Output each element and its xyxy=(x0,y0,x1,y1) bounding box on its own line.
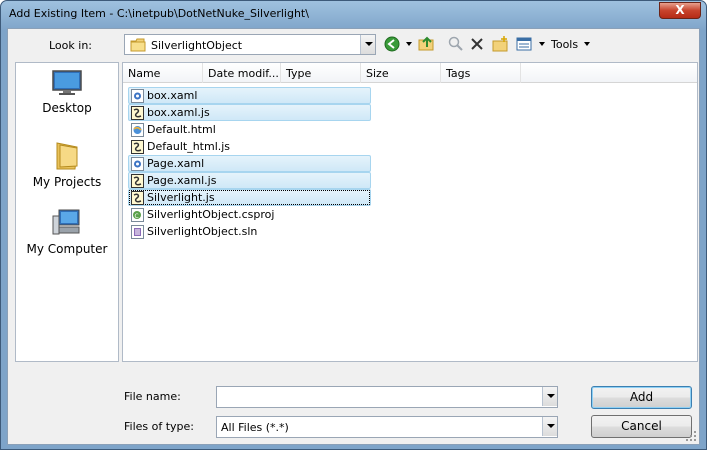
column-tags[interactable]: Tags xyxy=(441,63,521,83)
place-label: My Computer xyxy=(26,242,108,256)
place-my-computer[interactable]: My Computer xyxy=(16,208,118,256)
file-type-label: Files of type: xyxy=(124,420,195,433)
places-bar: Desktop My Projects My Computer xyxy=(15,62,119,362)
look-in-value: SilverlightObject xyxy=(151,39,243,52)
file-name: SilverlightObject.sln xyxy=(147,225,258,238)
look-in-dropdown-arrow[interactable] xyxy=(360,35,375,54)
cancel-button[interactable]: Cancel xyxy=(591,415,692,438)
svg-text:C: C xyxy=(135,213,139,220)
window-title: Add Existing Item - C:\inetpub\DotNetNuk… xyxy=(9,7,309,20)
file-type-value: All Files (*.*) xyxy=(221,421,289,434)
look-in-combo[interactable]: SilverlightObject xyxy=(124,34,376,55)
file-row[interactable]: Page.xaml.js xyxy=(128,172,371,189)
file-name: Default.html xyxy=(147,123,216,136)
tools-dropdown-icon[interactable] xyxy=(584,42,590,46)
tools-menu[interactable]: Tools xyxy=(551,38,578,51)
resize-grip-icon[interactable] xyxy=(686,431,696,441)
file-row[interactable]: Silverlight.js xyxy=(128,189,371,206)
file-row[interactable]: C SilverlightObject.csproj xyxy=(128,206,371,223)
csproj-file-icon: C xyxy=(131,208,144,222)
js-file-icon xyxy=(131,191,144,205)
look-in-label: Look in: xyxy=(49,39,92,52)
place-desktop[interactable]: Desktop xyxy=(16,69,118,115)
computer-icon xyxy=(52,209,80,235)
dialog-window: Add Existing Item - C:\inetpub\DotNetNuk… xyxy=(0,0,707,450)
file-list[interactable]: Name Date modif... Type Size Tags box.xa… xyxy=(122,62,698,362)
place-my-projects[interactable]: My Projects xyxy=(16,139,118,189)
file-name-label: File name: xyxy=(124,390,181,403)
new-folder-icon[interactable] xyxy=(492,35,509,53)
close-button[interactable]: X xyxy=(659,2,701,19)
dialog-body: Look in: SilverlightObject Tools Desktop… xyxy=(7,28,700,445)
js-file-icon xyxy=(131,106,144,120)
place-label: My Projects xyxy=(32,175,102,189)
file-name: Page.xaml.js xyxy=(147,174,217,187)
xaml-file-icon xyxy=(131,157,144,171)
file-name: box.xaml xyxy=(147,89,198,102)
close-icon: X xyxy=(675,3,685,17)
file-name: Silverlight.js xyxy=(147,191,215,204)
column-size[interactable]: Size xyxy=(361,63,441,83)
js-file-icon xyxy=(131,174,144,188)
views-dropdown-icon[interactable] xyxy=(539,42,545,46)
up-folder-icon[interactable] xyxy=(418,35,436,53)
file-row[interactable]: Default.html xyxy=(128,121,371,138)
file-rows: box.xaml box.xaml.js Default.html Default_h… xyxy=(128,87,371,240)
file-row[interactable]: box.xaml.js xyxy=(128,104,371,121)
sln-file-icon xyxy=(131,225,144,239)
back-dropdown-icon[interactable] xyxy=(406,42,412,46)
folder-icon xyxy=(56,142,78,170)
file-row[interactable]: box.xaml xyxy=(128,87,371,104)
column-header: Name Date modif... Type Size Tags xyxy=(123,63,697,83)
file-type-dropdown-arrow[interactable] xyxy=(542,417,557,436)
search-web-icon[interactable] xyxy=(448,35,464,53)
folder-icon xyxy=(130,38,146,52)
file-name: box.xaml.js xyxy=(147,106,210,119)
file-name-input[interactable] xyxy=(216,386,558,408)
file-name: Page.xaml xyxy=(147,157,205,170)
column-type[interactable]: Type xyxy=(281,63,361,83)
place-label: Desktop xyxy=(42,101,92,115)
title-bar[interactable]: Add Existing Item - C:\inetpub\DotNetNuk… xyxy=(1,1,706,27)
desktop-icon xyxy=(52,70,82,95)
xaml-file-icon xyxy=(131,89,144,103)
file-name: SilverlightObject.csproj xyxy=(147,208,275,221)
column-date-modified[interactable]: Date modif... xyxy=(203,63,281,83)
file-row[interactable]: Page.xaml xyxy=(128,155,371,172)
file-name: Default_html.js xyxy=(147,140,231,153)
column-name[interactable]: Name xyxy=(123,63,203,83)
js-file-icon xyxy=(131,140,144,154)
html-file-icon xyxy=(131,123,144,137)
file-row[interactable]: Default_html.js xyxy=(128,138,371,155)
file-row[interactable]: SilverlightObject.sln xyxy=(128,223,371,240)
add-button[interactable]: Add xyxy=(591,386,692,409)
views-icon[interactable] xyxy=(516,35,532,53)
file-name-dropdown-arrow[interactable] xyxy=(542,387,557,406)
back-icon[interactable] xyxy=(384,35,400,53)
delete-icon[interactable] xyxy=(470,35,484,53)
file-type-select[interactable]: All Files (*.*) xyxy=(216,416,558,438)
